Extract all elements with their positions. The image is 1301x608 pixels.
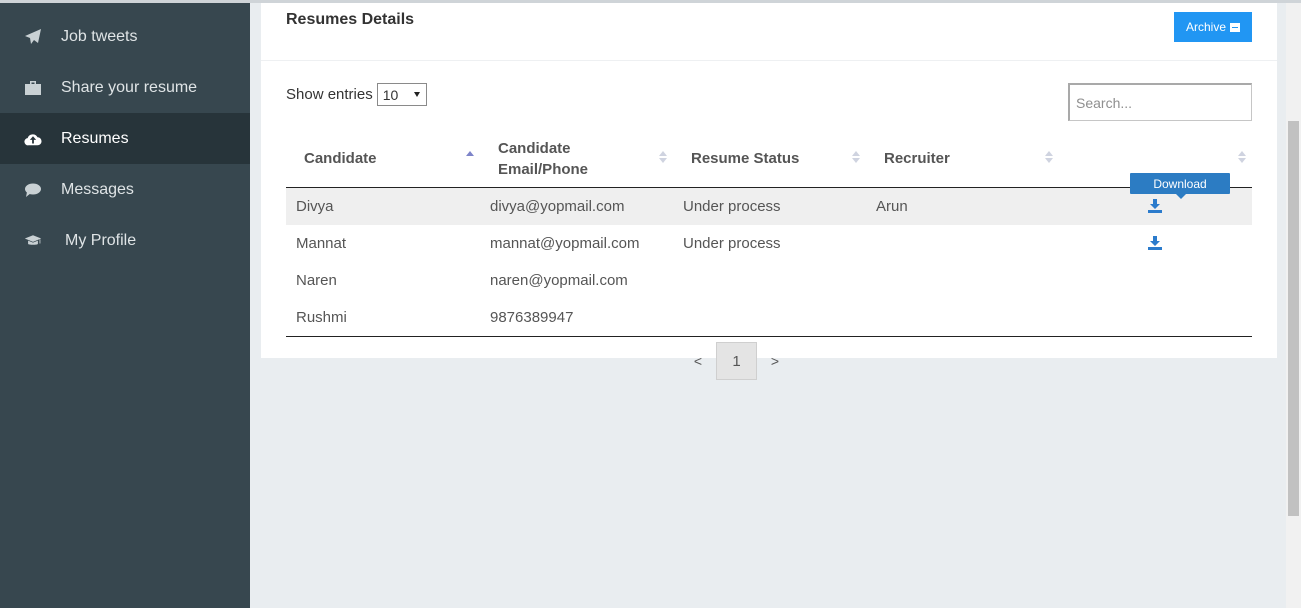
page-1-button[interactable]: 1 xyxy=(716,342,757,380)
cell-candidate: Mannat xyxy=(296,235,347,252)
sort-icon xyxy=(1045,151,1053,165)
sort-asc-icon xyxy=(466,151,474,165)
paper-plane-icon xyxy=(24,28,42,46)
cell-candidate: Divya xyxy=(296,198,334,215)
pagination: < 1 > xyxy=(680,342,793,380)
header-email-phone[interactable]: Candidate Email/Phone xyxy=(498,129,608,188)
sidebar-item-label: Messages xyxy=(61,180,134,198)
header-label: Candidate xyxy=(304,150,377,167)
show-entries-control: Show entries 10 xyxy=(286,83,427,106)
cell-contact: divya@yopmail.com xyxy=(490,198,625,215)
sidebar-item-resumes[interactable]: Resumes xyxy=(0,113,250,164)
prev-page-button[interactable]: < xyxy=(680,353,716,369)
show-entries-label: Show entries xyxy=(286,86,373,103)
cell-contact: 9876389947 xyxy=(490,309,574,326)
graduation-cap-icon xyxy=(24,232,42,250)
cell-recruiter: Arun xyxy=(876,198,908,215)
chat-bubble-icon xyxy=(24,181,42,199)
sidebar-item-job-tweets[interactable]: Job tweets xyxy=(0,11,250,62)
sidebar-item-messages[interactable]: Messages xyxy=(0,164,250,215)
table-row: Mannat mannat@yopmail.com Under process xyxy=(286,225,1252,262)
sidebar: Job tweets Share your resume Resumes Mes… xyxy=(0,3,250,608)
page-title: Resumes Details xyxy=(286,11,415,28)
sidebar-item-label: Job tweets xyxy=(61,27,138,45)
cloud-upload-icon xyxy=(24,130,42,148)
sort-icon xyxy=(1238,151,1246,165)
archive-button[interactable]: Archive xyxy=(1174,12,1252,42)
table-row: Naren naren@yopmail.com xyxy=(286,262,1252,299)
cell-candidate: Naren xyxy=(296,272,337,289)
next-page-button[interactable]: > xyxy=(757,353,793,369)
search-input[interactable] xyxy=(1068,83,1252,121)
download-tooltip: Download xyxy=(1130,173,1230,199)
sort-icon xyxy=(659,151,667,165)
header-label: Recruiter xyxy=(884,150,950,167)
header-recruiter[interactable]: Recruiter xyxy=(884,129,1034,188)
download-icon[interactable] xyxy=(1148,199,1162,213)
sidebar-item-label: Share your resume xyxy=(61,78,198,96)
entries-select[interactable]: 10 xyxy=(376,83,427,106)
table-row: Rushmi 9876389947 xyxy=(286,299,1252,336)
resumes-card: Resumes Details Archive Show entries 10 … xyxy=(261,3,1277,358)
table-row: Divya divya@yopmail.com Under process Ar… xyxy=(286,173,1252,225)
header-resume-status[interactable]: Resume Status xyxy=(691,129,841,188)
briefcase-icon xyxy=(24,79,42,97)
scrollbar-thumb[interactable] xyxy=(1288,121,1299,516)
header-candidate[interactable]: Candidate xyxy=(304,129,464,188)
cell-status: Under process xyxy=(683,198,781,215)
cell-contact: mannat@yopmail.com xyxy=(490,235,640,252)
archive-box-icon xyxy=(1230,22,1240,32)
resumes-table: Candidate Candidate Email/Phone Resume S… xyxy=(286,129,1252,337)
header-label: Candidate Email/Phone xyxy=(498,139,589,178)
sidebar-item-label: Resumes xyxy=(61,129,129,147)
archive-label: Archive xyxy=(1185,20,1226,34)
cell-contact: naren@yopmail.com xyxy=(490,272,628,289)
sidebar-item-label: My Profile xyxy=(65,231,137,249)
table-header: Candidate Candidate Email/Phone Resume S… xyxy=(286,129,1252,188)
cell-status: Under process xyxy=(683,235,781,252)
sidebar-item-my-profile[interactable]: My Profile xyxy=(0,215,250,266)
download-icon[interactable] xyxy=(1148,236,1162,250)
header-label: Resume Status xyxy=(691,150,800,167)
sidebar-item-share-resume[interactable]: Share your resume xyxy=(0,62,250,113)
entries-value: 10 xyxy=(382,86,399,103)
sort-icon xyxy=(852,151,860,165)
cell-candidate: Rushmi xyxy=(296,309,347,326)
vertical-scrollbar[interactable] xyxy=(1286,3,1301,608)
chevron-down-icon xyxy=(413,92,420,97)
card-header: Resumes Details Archive xyxy=(261,3,1277,61)
table-body: Divya divya@yopmail.com Under process Ar… xyxy=(286,173,1252,337)
